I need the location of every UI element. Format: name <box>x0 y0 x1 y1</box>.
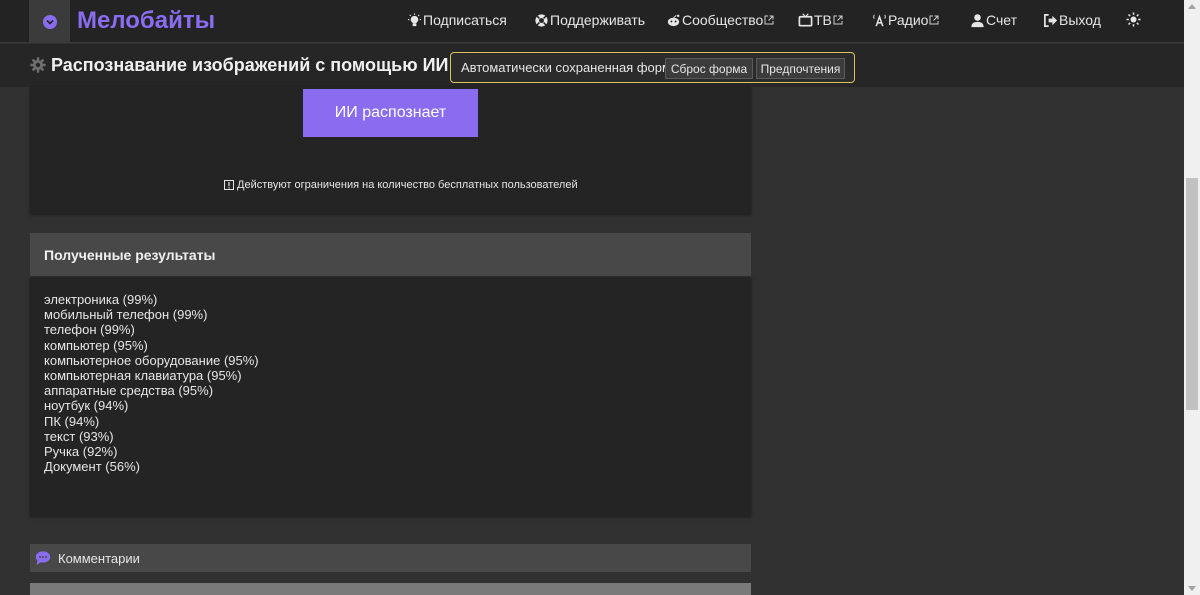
result-item: компьютерная клавиатура (95%) <box>44 368 242 384</box>
free-limit-text: Действуют ограничения на количество бесп… <box>237 179 578 191</box>
external-link-icon <box>929 15 939 25</box>
nav-tv[interactable]: ТВ <box>798 12 843 28</box>
nav-account[interactable]: Счет <box>970 12 1017 28</box>
tv-icon <box>798 12 813 26</box>
reddit-icon <box>667 14 680 26</box>
brand-logo[interactable]: Мелобайты <box>77 7 215 35</box>
nav-logout-label: Выход <box>1059 12 1101 28</box>
result-item: телефон (99%) <box>44 322 135 338</box>
external-link-icon <box>833 15 843 25</box>
scroll-down-arrow-icon[interactable] <box>1188 586 1196 591</box>
external-link-icon <box>764 15 774 25</box>
result-item: компьютер (95%) <box>44 337 148 353</box>
nav-account-label: Счет <box>986 12 1017 28</box>
nav-subscribe-label: Подписаться <box>423 12 507 28</box>
nav-radio-label: Радио <box>888 12 929 28</box>
nav-tv-label: ТВ <box>814 12 832 28</box>
page-scrollbar[interactable] <box>1184 0 1200 595</box>
comments-section <box>30 583 751 595</box>
nav-community-label: Сообщество <box>682 12 764 28</box>
result-item: Документ (56%) <box>44 459 140 475</box>
autosave-label: Автоматически сохраненная форма <box>461 60 679 75</box>
preferences-button[interactable]: Предпочтения <box>756 58 845 79</box>
results-title: Полученные результаты <box>44 247 216 263</box>
ai-recognize-button[interactable]: ИИ распознает <box>303 89 478 137</box>
sign-out-icon <box>1044 13 1058 27</box>
user-icon <box>971 13 984 27</box>
sun-icon <box>1126 12 1141 27</box>
result-item: электроника (99%) <box>44 292 158 307</box>
result-item: ноутбук (94%) <box>44 398 129 414</box>
nav-radio[interactable]: Радио <box>872 12 939 28</box>
result-item: ПК (94%) <box>44 413 100 429</box>
nav-logout[interactable]: Выход <box>1043 12 1101 28</box>
results-list: электроника (99%) мобильный телефон (99%… <box>44 292 259 474</box>
page-title: Распознавание изображений с помощью ИИ <box>51 55 449 75</box>
gear-icon <box>30 57 46 73</box>
scroll-up-arrow-icon[interactable] <box>1188 4 1196 9</box>
result-item: текст (93%) <box>44 428 114 444</box>
reset-form-button[interactable]: Сброс форма <box>665 58 753 79</box>
comment-icon <box>35 551 51 565</box>
nav-support[interactable]: Поддерживать <box>534 12 645 28</box>
chevron-down-icon <box>42 14 57 29</box>
comments-label: Комментарии <box>58 551 140 566</box>
radio-icon <box>873 13 886 26</box>
result-item: аппаратные средства (95%) <box>44 383 214 399</box>
autosave-panel: Автоматически сохраненная форма Сброс фо… <box>450 52 855 83</box>
info-icon <box>224 180 234 190</box>
scrollbar-thumb[interactable] <box>1186 178 1198 410</box>
lifebuoy-icon <box>535 13 548 27</box>
nav-community[interactable]: Сообщество <box>666 12 774 28</box>
nav-subscribe[interactable]: Подписаться <box>407 12 507 28</box>
menu-toggle-button[interactable] <box>29 0 70 43</box>
nav-support-label: Поддерживать <box>550 12 646 28</box>
free-limit-note: Действуют ограничения на количество бесп… <box>224 179 578 191</box>
result-item: компьютерное оборудование (95%) <box>44 352 259 368</box>
result-item: мобильный телефон (99%) <box>44 307 208 323</box>
lightbulb-icon <box>407 12 422 26</box>
result-item: Ручка (92%) <box>44 444 118 460</box>
theme-toggle-button[interactable] <box>1126 12 1142 27</box>
